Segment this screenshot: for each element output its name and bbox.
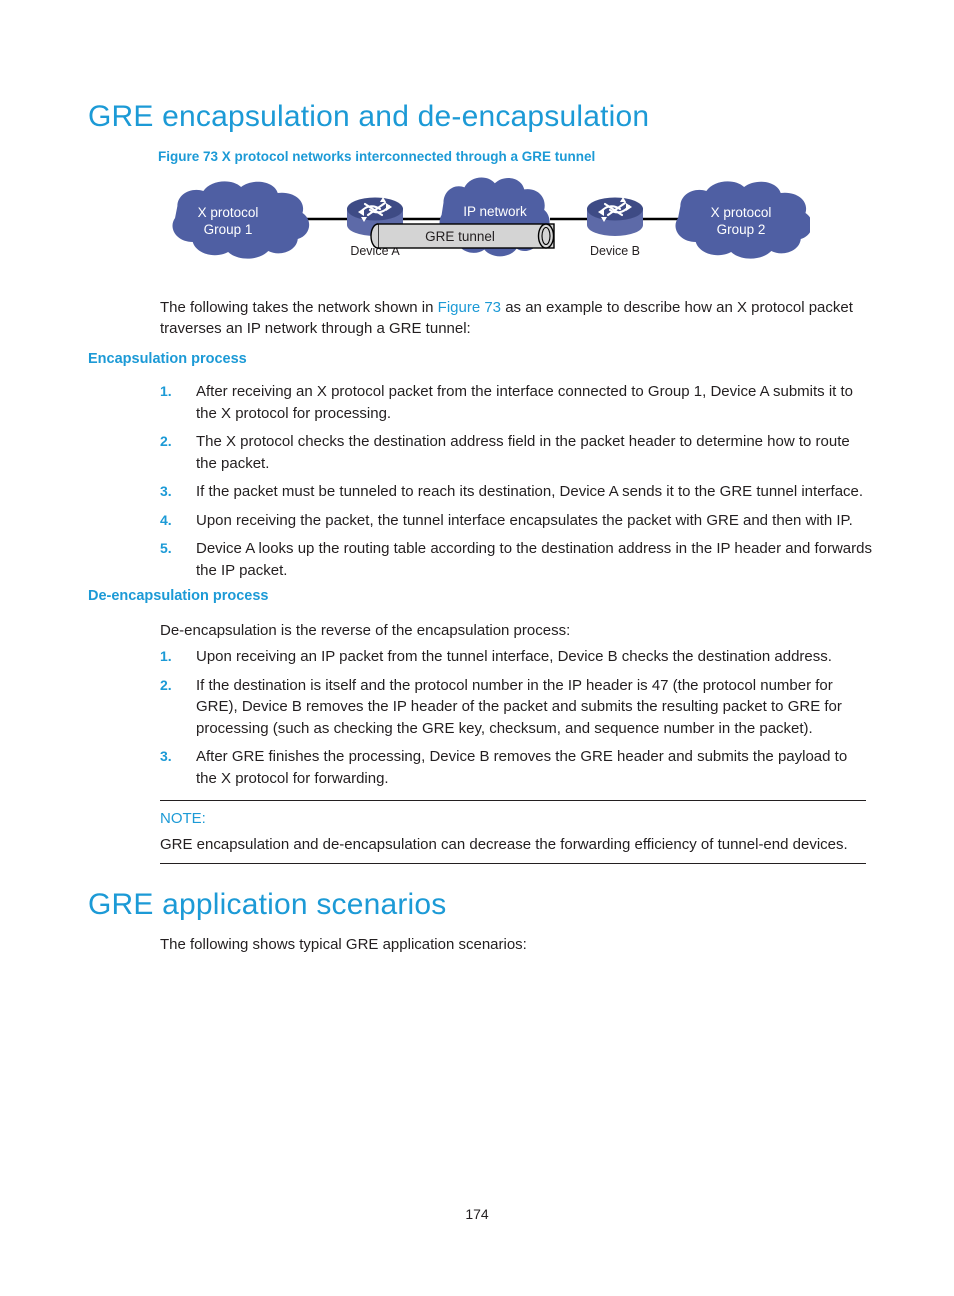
cloud-right-label-line1: X protocol	[711, 205, 772, 220]
note-text: GRE encapsulation and de-encapsulation c…	[160, 836, 848, 853]
application-scenarios-lead-paragraph: The following shows typical GRE applicat…	[160, 936, 527, 953]
deencapsulation-steps-list: 1. Upon receiving an IP packet from the …	[160, 646, 872, 796]
list-item: 5. Device A looks up the routing table a…	[160, 538, 872, 581]
gre-tunnel-shape: GRE tunnel	[370, 223, 555, 249]
document-page: GRE encapsulation and de-encapsulation F…	[0, 0, 954, 1296]
list-item: 3. After GRE finishes the processing, De…	[160, 746, 872, 789]
list-item: 3. If the packet must be tunneled to rea…	[160, 481, 872, 503]
encapsulation-steps-list: 1. After receiving an X protocol packet …	[160, 381, 872, 588]
list-item-text: If the destination is itself and the pro…	[196, 676, 842, 737]
list-item: 2. The X protocol checks the destination…	[160, 431, 872, 474]
section-heading-deencapsulation-process: De-encapsulation process	[88, 588, 269, 604]
list-item-number: 4.	[160, 511, 172, 528]
list-item-number: 2.	[160, 433, 172, 449]
page-title-gre-encapsulation: GRE encapsulation and de-encapsulation	[88, 100, 650, 133]
list-item-number: 1.	[160, 648, 172, 664]
figure-73-cross-reference-link[interactable]: Figure 73	[438, 299, 501, 316]
list-item: 2. If the destination is itself and the …	[160, 675, 872, 740]
list-item-text: The X protocol checks the destination ad…	[196, 433, 850, 472]
network-diagram: X protocol Group 1 Device A IP network G…	[150, 172, 810, 277]
cloud-left-label-line1: X protocol	[198, 205, 259, 220]
cloud-x-protocol-group-2: X protocol Group 2	[675, 181, 810, 259]
list-item-text: Upon receiving the packet, the tunnel in…	[196, 511, 853, 529]
page-number: 174	[465, 1206, 489, 1222]
note-box: NOTE: GRE encapsulation and de-encapsula…	[160, 800, 866, 864]
list-item: 1. After receiving an X protocol packet …	[160, 381, 872, 424]
list-item-text: After receiving an X protocol packet fro…	[196, 383, 854, 422]
figure-caption: Figure 73 X protocol networks interconne…	[158, 149, 596, 164]
cloud-right-label-line2: Group 2	[717, 222, 766, 237]
list-item-number: 3.	[160, 748, 172, 764]
list-item-text: Device A looks up the routing table acco…	[196, 540, 872, 579]
section-heading-encapsulation-process: Encapsulation process	[88, 351, 247, 367]
list-item-text: After GRE finishes the processing, Devic…	[196, 748, 848, 787]
cloud-middle-label: IP network	[463, 204, 527, 219]
cloud-x-protocol-group-1: X protocol Group 1	[172, 181, 310, 259]
list-item: 1. Upon receiving an IP packet from the …	[160, 646, 872, 668]
list-item-number: 1.	[160, 383, 172, 399]
gre-tunnel-label: GRE tunnel	[425, 229, 495, 244]
note-label: NOTE:	[160, 810, 206, 827]
router-device-b: Device B	[587, 197, 643, 258]
cloud-left-label-line2: Group 1	[204, 222, 253, 237]
list-item-text: Upon receiving an IP packet from the tun…	[196, 648, 832, 665]
intro-paragraph: The following takes the network shown in…	[160, 297, 872, 339]
intro-text-before-link: The following takes the network shown in	[160, 299, 438, 316]
page-title-gre-application-scenarios: GRE application scenarios	[88, 888, 447, 921]
list-item-number: 2.	[160, 676, 172, 693]
list-item-number: 5.	[160, 540, 172, 556]
list-item: 4. Upon receiving the packet, the tunnel…	[160, 510, 872, 532]
deencapsulation-lead-paragraph: De-encapsulation is the reverse of the e…	[160, 622, 571, 639]
device-b-label: Device B	[590, 244, 640, 258]
list-item-text: If the packet must be tunneled to reach …	[196, 483, 864, 500]
list-item-number: 3.	[160, 483, 172, 499]
